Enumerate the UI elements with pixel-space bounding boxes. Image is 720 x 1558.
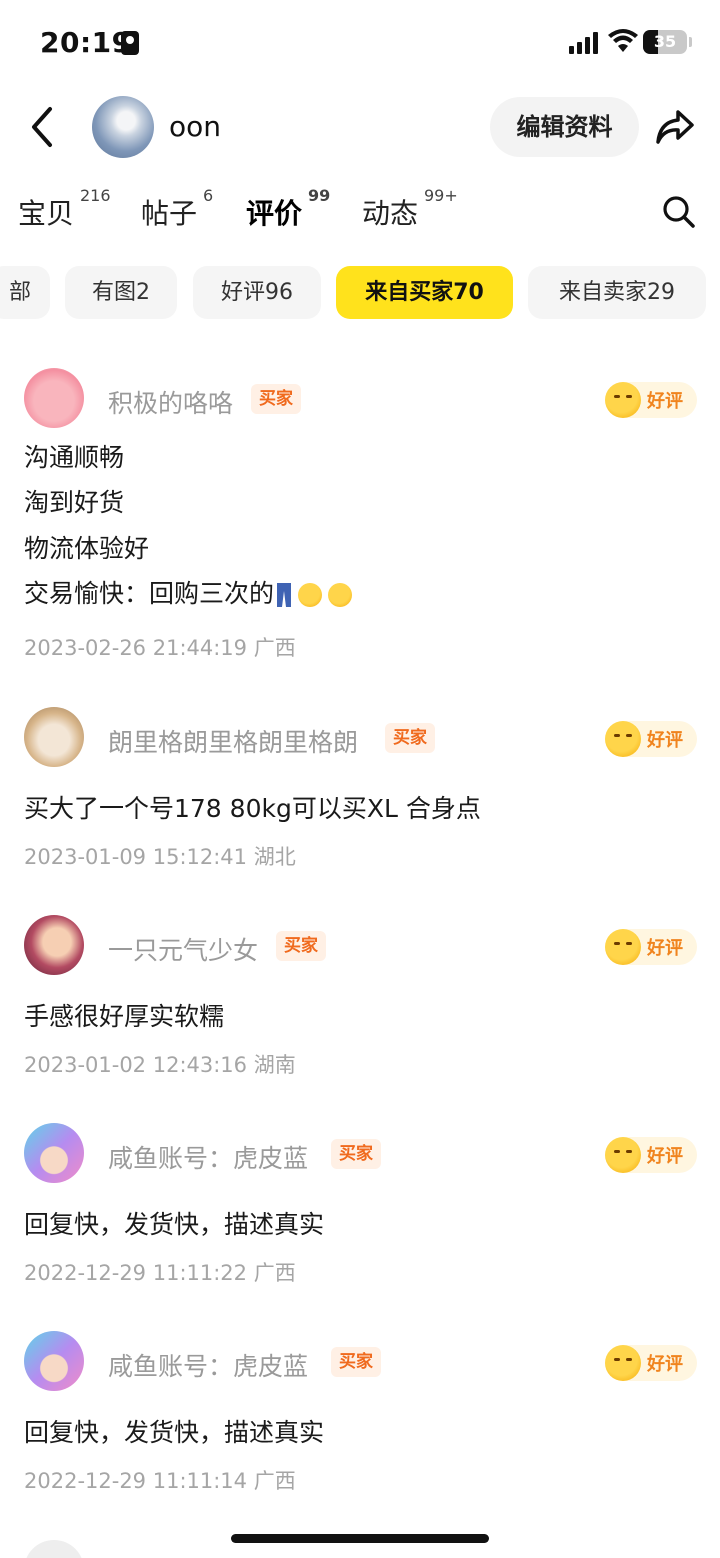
smiley-icon	[605, 1137, 641, 1173]
review-text-line: 手感很好厚实软糯	[24, 1002, 225, 1031]
smiley-icon	[605, 382, 641, 418]
rating-label: 好评	[647, 1146, 683, 1167]
review-text-line: 淘到好货	[24, 488, 125, 517]
review-item: 咸鱼账号：虎皮蓝 买家 好评 回复快，发货快，描述真实 2022-12-29 1…	[0, 1123, 720, 1293]
positive-rating-badge: 好评	[605, 721, 697, 757]
review-text-line: 交易愉快：回购三次的	[24, 579, 275, 608]
reviewer-avatar[interactable]	[24, 707, 84, 767]
review-text-line-with-emoji: 交易愉快：回购三次的	[24, 574, 353, 610]
buyer-badge: 买家	[276, 931, 326, 961]
kiss-emoji-icon	[298, 583, 323, 607]
battery-level-text: 35	[653, 32, 677, 51]
review-text-line: 沟通顺畅	[24, 443, 125, 472]
rating-label: 好评	[647, 730, 683, 751]
battery-tip	[689, 37, 692, 47]
reviewer-name[interactable]: 一只元气少女	[108, 931, 258, 967]
review-item: 一只元气少女 买家 好评 手感很好厚实软糯 2023-01-02 12:43:1…	[0, 915, 720, 1085]
reviewer-avatar[interactable]	[24, 1331, 84, 1391]
positive-rating-badge: 好评	[605, 382, 697, 418]
tab-reviews-label: 评价	[246, 197, 303, 230]
review-item: 积极的咯咯 买家 好评 沟通顺畅 淘到好货 物流体验好 交易愉快：回购三次的 2…	[0, 368, 720, 668]
kiss-emoji-icon	[328, 583, 353, 607]
status-time: 20:19	[40, 26, 132, 59]
profile-username: oon	[169, 110, 222, 143]
tab-reviews[interactable]: 评价 99	[244, 186, 330, 232]
rating-label: 好评	[647, 391, 683, 412]
tab-activity-label: 动态	[362, 197, 419, 230]
reviewer-avatar[interactable]	[24, 915, 84, 975]
review-item: 朗里格朗里格朗里格朗 买家 好评 买大了一个号178 80kg可以买XL 合身点…	[0, 707, 720, 877]
jeans-emoji-icon	[277, 583, 292, 607]
reviewer-name[interactable]: 咸鱼账号：虎皮蓝	[108, 1347, 308, 1383]
reviewer-avatar[interactable]	[24, 368, 84, 428]
tab-items-count: 216	[80, 186, 111, 205]
tab-items-label: 宝贝	[18, 197, 75, 230]
reviewer-name[interactable]: 朗里格朗里格朗里格朗	[108, 723, 358, 759]
buyer-badge: 买家	[251, 384, 301, 414]
filter-chip-all[interactable]: 部	[0, 266, 50, 319]
tab-items[interactable]: 宝贝 216	[18, 186, 111, 232]
search-icon[interactable]	[660, 193, 696, 229]
review-meta: 2022-12-29 11:11:14 广西	[24, 1469, 296, 1493]
reviewer-avatar-partial[interactable]	[24, 1540, 84, 1558]
smiley-icon	[605, 721, 641, 757]
tab-posts-label: 帖子	[141, 197, 198, 230]
battery-icon: 35	[643, 30, 687, 54]
cellular-signal-icon	[569, 30, 599, 54]
contact-card-icon	[121, 31, 139, 55]
tab-activity[interactable]: 动态 99+	[362, 186, 458, 232]
review-text-line: 买大了一个号178 80kg可以买XL 合身点	[24, 794, 481, 823]
positive-rating-badge: 好评	[605, 1137, 697, 1173]
review-meta: 2022-12-29 11:11:22 广西	[24, 1261, 296, 1285]
positive-rating-badge: 好评	[605, 1345, 697, 1381]
smiley-icon	[605, 1345, 641, 1381]
status-bar: 20:19 35	[0, 0, 720, 86]
rating-label: 好评	[647, 1354, 683, 1375]
buyer-badge: 买家	[385, 723, 435, 753]
buyer-badge: 买家	[331, 1139, 381, 1169]
review-meta: 2023-01-09 15:12:41 湖北	[24, 845, 296, 869]
filter-chip-from-sellers[interactable]: 来自卖家29	[528, 266, 706, 319]
tab-reviews-count: 99	[308, 186, 331, 205]
filter-chip-positive[interactable]: 好评96	[193, 266, 321, 319]
filter-chip-with-images[interactable]: 有图2	[65, 266, 177, 319]
tab-posts[interactable]: 帖子 6	[141, 186, 213, 232]
tab-activity-count: 99+	[424, 186, 458, 205]
reviewer-name[interactable]: 咸鱼账号：虎皮蓝	[108, 1139, 308, 1175]
share-icon[interactable]	[654, 106, 696, 146]
profile-avatar[interactable]	[92, 96, 154, 158]
review-meta: 2023-01-02 12:43:16 湖南	[24, 1053, 296, 1077]
wifi-icon	[608, 29, 638, 52]
review-meta: 2023-02-26 21:44:19 广西	[24, 636, 296, 660]
positive-rating-badge: 好评	[605, 929, 697, 965]
back-icon[interactable]	[24, 103, 64, 151]
edit-profile-button[interactable]: 编辑资料	[490, 97, 639, 157]
home-indicator[interactable]	[231, 1534, 489, 1543]
rating-label: 好评	[647, 938, 683, 959]
review-item: 咸鱼账号：虎皮蓝 买家 好评 回复快，发货快，描述真实 2022-12-29 1…	[0, 1331, 720, 1501]
filter-chip-from-buyers[interactable]: 来自买家70	[336, 266, 513, 319]
tab-posts-count: 6	[203, 186, 214, 205]
review-text-line: 回复快，发货快，描述真实	[24, 1210, 325, 1239]
review-text-line: 回复快，发货快，描述真实	[24, 1418, 325, 1447]
review-text-line: 物流体验好	[24, 534, 150, 563]
reviewer-avatar[interactable]	[24, 1123, 84, 1183]
reviewer-name[interactable]: 积极的咯咯	[108, 384, 233, 420]
smiley-icon	[605, 929, 641, 965]
buyer-badge: 买家	[331, 1347, 381, 1377]
